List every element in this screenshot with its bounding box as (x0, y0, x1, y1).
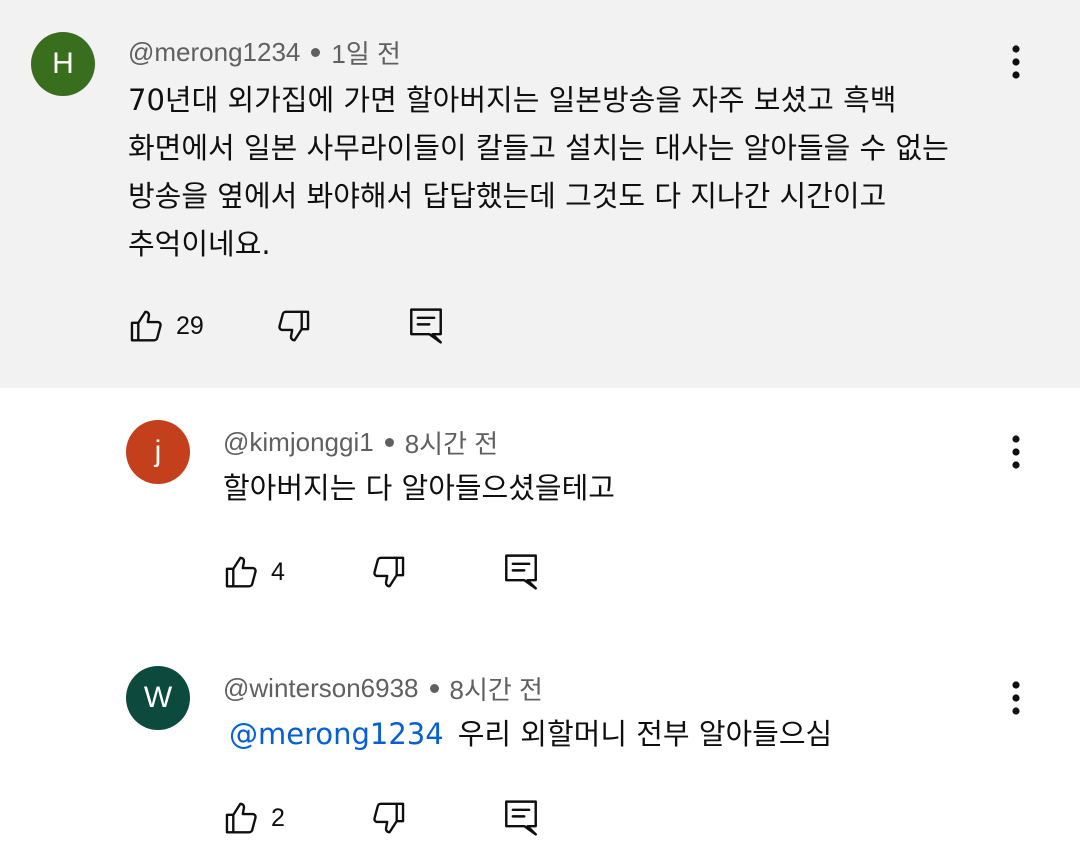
like-button[interactable]: 4 (223, 550, 285, 594)
comment-time: 8시간 전 (449, 675, 543, 705)
reply-button[interactable] (503, 550, 539, 594)
separator-dot (311, 48, 321, 57)
thumbs-up-icon (225, 556, 257, 588)
comment-time: 1일 전 (331, 39, 401, 69)
dislike-button[interactable] (369, 550, 407, 594)
avatar-letter: W (143, 681, 173, 714)
comment-reply-item: W @winterson6938 8시간 전 @merong1234 우리 외할머… (0, 628, 1080, 868)
more-vert-icon (1012, 681, 1020, 715)
like-button[interactable]: 2 (223, 796, 285, 840)
comment-actions: 4 (223, 550, 583, 594)
reply-icon (410, 308, 442, 344)
thumbs-down-icon (373, 802, 405, 834)
more-options-button[interactable] (996, 678, 1036, 718)
avatar-letter: j (154, 435, 162, 468)
reply-button[interactable] (408, 304, 444, 348)
thumbs-down-icon (278, 310, 310, 342)
mention-link[interactable]: @merong1234 (229, 717, 444, 751)
reply-button[interactable] (503, 796, 539, 840)
comment-actions: 29 (128, 304, 488, 348)
comment-text-line: 우리 외할머니 전부 알아들으심 (457, 717, 833, 751)
comment-text-line: 화면에서 일본 사무라이들이 칼들고 설치는 대사는 알아들을 수 없는 (128, 131, 949, 165)
like-count: 4 (271, 557, 285, 586)
more-vert-icon (1012, 435, 1020, 469)
comment-text-line: 추억이네요. (128, 227, 271, 261)
comment-actions: 2 (223, 796, 583, 840)
comment-text: 할아버지는 다 알아들으셨을테고 (223, 464, 615, 512)
more-vert-icon (1012, 45, 1020, 79)
comment-text: 70년대 외가집에 가면 할아버지는 일본방송을 자주 보셨고 흑백 화면에서 … (128, 76, 949, 268)
separator-dot (429, 684, 439, 693)
comment-reply-item: j @kimjonggi1 8시간 전 할아버지는 다 알아들으셨을테고 4 (0, 388, 1080, 628)
comment-meta: @winterson6938 8시간 전 (223, 670, 543, 707)
comment-text: @merong1234 우리 외할머니 전부 알아들으심 (229, 710, 832, 758)
comment-author[interactable]: @merong1234 (128, 37, 300, 68)
dislike-button[interactable] (274, 304, 312, 348)
comment-thread-item: H @merong1234 1일 전 70년대 외가집에 가면 할아버지는 일본… (0, 0, 1080, 388)
comment-text-line: 방송을 옆에서 봐야해서 답답했는데 그것도 다 지나간 시간이고 (128, 179, 887, 213)
comment-meta: @kimjonggi1 8시간 전 (223, 424, 498, 461)
reply-icon (505, 800, 537, 836)
comment-time: 8시간 전 (404, 429, 499, 459)
more-options-button[interactable] (996, 42, 1036, 82)
comment-author[interactable]: @kimjonggi1 (223, 427, 374, 458)
avatar[interactable]: H (31, 32, 95, 96)
like-count: 2 (271, 803, 285, 832)
thumbs-up-icon (130, 310, 162, 342)
separator-dot (384, 438, 394, 447)
comment-text-line: 할아버지는 다 알아들으셨을테고 (223, 471, 615, 505)
avatar[interactable]: j (126, 420, 190, 484)
reply-icon (505, 554, 537, 590)
more-options-button[interactable] (996, 432, 1036, 472)
avatar[interactable]: W (126, 666, 190, 730)
thumbs-up-icon (225, 802, 257, 834)
comment-meta: @merong1234 1일 전 (128, 34, 401, 71)
avatar-letter: H (52, 47, 74, 80)
comment-text-line: 70년대 외가집에 가면 할아버지는 일본방송을 자주 보셨고 흑백 (128, 83, 897, 117)
like-count: 29 (176, 311, 204, 340)
like-button[interactable]: 29 (128, 304, 204, 348)
comment-author[interactable]: @winterson6938 (223, 673, 419, 704)
thumbs-down-icon (373, 556, 405, 588)
dislike-button[interactable] (369, 796, 407, 840)
